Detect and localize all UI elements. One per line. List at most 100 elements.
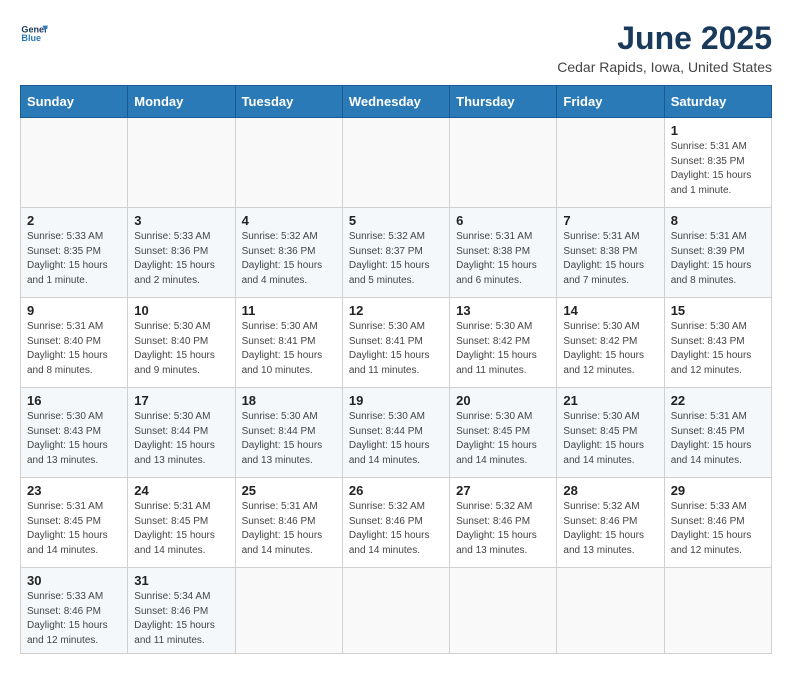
calendar-week-row: 9 Sunrise: 5:31 AM Sunset: 8:40 PM Dayli… xyxy=(21,298,772,388)
header-friday: Friday xyxy=(557,86,664,118)
calendar-cell xyxy=(450,568,557,654)
calendar-cell: 28 Sunrise: 5:32 AM Sunset: 8:46 PM Dayl… xyxy=(557,478,664,568)
day-number: 10 xyxy=(134,303,228,318)
day-info: Sunrise: 5:30 AM Sunset: 8:45 PM Dayligh… xyxy=(456,410,550,468)
calendar-cell: 3 Sunrise: 5:33 AM Sunset: 8:36 PM Dayli… xyxy=(128,208,235,298)
day-number: 29 xyxy=(671,483,765,498)
calendar-cell: 17 Sunrise: 5:30 AM Sunset: 8:44 PM Dayl… xyxy=(128,388,235,478)
logo: General Blue xyxy=(20,20,48,48)
calendar-cell xyxy=(235,118,342,208)
calendar-cell: 1 Sunrise: 5:31 AM Sunset: 8:35 PM Dayli… xyxy=(664,118,771,208)
calendar-cell: 27 Sunrise: 5:32 AM Sunset: 8:46 PM Dayl… xyxy=(450,478,557,568)
day-info: Sunrise: 5:30 AM Sunset: 8:40 PM Dayligh… xyxy=(134,320,228,378)
calendar-cell: 9 Sunrise: 5:31 AM Sunset: 8:40 PM Dayli… xyxy=(21,298,128,388)
day-info: Sunrise: 5:30 AM Sunset: 8:43 PM Dayligh… xyxy=(671,320,765,378)
calendar-cell: 2 Sunrise: 5:33 AM Sunset: 8:35 PM Dayli… xyxy=(21,208,128,298)
day-number: 5 xyxy=(349,213,443,228)
day-number: 20 xyxy=(456,393,550,408)
calendar-cell xyxy=(342,118,449,208)
day-info: Sunrise: 5:33 AM Sunset: 8:35 PM Dayligh… xyxy=(27,230,121,288)
page-subtitle: Cedar Rapids, Iowa, United States xyxy=(557,59,772,75)
day-info: Sunrise: 5:30 AM Sunset: 8:44 PM Dayligh… xyxy=(349,410,443,468)
day-number: 27 xyxy=(456,483,550,498)
day-info: Sunrise: 5:32 AM Sunset: 8:46 PM Dayligh… xyxy=(563,500,657,558)
calendar-week-row: 16 Sunrise: 5:30 AM Sunset: 8:43 PM Dayl… xyxy=(21,388,772,478)
day-number: 3 xyxy=(134,213,228,228)
calendar-cell: 23 Sunrise: 5:31 AM Sunset: 8:45 PM Dayl… xyxy=(21,478,128,568)
day-info: Sunrise: 5:31 AM Sunset: 8:39 PM Dayligh… xyxy=(671,230,765,288)
day-number: 16 xyxy=(27,393,121,408)
calendar-cell: 18 Sunrise: 5:30 AM Sunset: 8:44 PM Dayl… xyxy=(235,388,342,478)
day-info: Sunrise: 5:30 AM Sunset: 8:42 PM Dayligh… xyxy=(456,320,550,378)
day-number: 14 xyxy=(563,303,657,318)
calendar-cell: 31 Sunrise: 5:34 AM Sunset: 8:46 PM Dayl… xyxy=(128,568,235,654)
day-number: 22 xyxy=(671,393,765,408)
day-info: Sunrise: 5:30 AM Sunset: 8:45 PM Dayligh… xyxy=(563,410,657,468)
day-info: Sunrise: 5:33 AM Sunset: 8:46 PM Dayligh… xyxy=(671,500,765,558)
page-title: June 2025 xyxy=(557,20,772,57)
day-info: Sunrise: 5:30 AM Sunset: 8:43 PM Dayligh… xyxy=(27,410,121,468)
header-wednesday: Wednesday xyxy=(342,86,449,118)
day-info: Sunrise: 5:31 AM Sunset: 8:45 PM Dayligh… xyxy=(134,500,228,558)
day-number: 18 xyxy=(242,393,336,408)
calendar-cell: 13 Sunrise: 5:30 AM Sunset: 8:42 PM Dayl… xyxy=(450,298,557,388)
calendar-week-row: 23 Sunrise: 5:31 AM Sunset: 8:45 PM Dayl… xyxy=(21,478,772,568)
svg-text:Blue: Blue xyxy=(21,33,41,43)
day-info: Sunrise: 5:31 AM Sunset: 8:38 PM Dayligh… xyxy=(563,230,657,288)
day-info: Sunrise: 5:31 AM Sunset: 8:45 PM Dayligh… xyxy=(27,500,121,558)
day-info: Sunrise: 5:31 AM Sunset: 8:38 PM Dayligh… xyxy=(456,230,550,288)
calendar-cell xyxy=(21,118,128,208)
day-number: 15 xyxy=(671,303,765,318)
header-monday: Monday xyxy=(128,86,235,118)
calendar-week-row: 1 Sunrise: 5:31 AM Sunset: 8:35 PM Dayli… xyxy=(21,118,772,208)
day-number: 8 xyxy=(671,213,765,228)
calendar-cell: 22 Sunrise: 5:31 AM Sunset: 8:45 PM Dayl… xyxy=(664,388,771,478)
day-number: 12 xyxy=(349,303,443,318)
day-info: Sunrise: 5:32 AM Sunset: 8:37 PM Dayligh… xyxy=(349,230,443,288)
title-area: June 2025 Cedar Rapids, Iowa, United Sta… xyxy=(557,20,772,75)
calendar-cell xyxy=(664,568,771,654)
calendar-cell: 14 Sunrise: 5:30 AM Sunset: 8:42 PM Dayl… xyxy=(557,298,664,388)
page-header: General Blue June 2025 Cedar Rapids, Iow… xyxy=(20,20,772,75)
day-number: 21 xyxy=(563,393,657,408)
day-info: Sunrise: 5:34 AM Sunset: 8:46 PM Dayligh… xyxy=(134,590,228,648)
day-info: Sunrise: 5:32 AM Sunset: 8:46 PM Dayligh… xyxy=(456,500,550,558)
day-info: Sunrise: 5:31 AM Sunset: 8:40 PM Dayligh… xyxy=(27,320,121,378)
calendar-week-row: 30 Sunrise: 5:33 AM Sunset: 8:46 PM Dayl… xyxy=(21,568,772,654)
calendar-cell xyxy=(557,118,664,208)
day-number: 11 xyxy=(242,303,336,318)
calendar-cell: 6 Sunrise: 5:31 AM Sunset: 8:38 PM Dayli… xyxy=(450,208,557,298)
calendar-cell: 16 Sunrise: 5:30 AM Sunset: 8:43 PM Dayl… xyxy=(21,388,128,478)
header-tuesday: Tuesday xyxy=(235,86,342,118)
header-thursday: Thursday xyxy=(450,86,557,118)
day-number: 26 xyxy=(349,483,443,498)
calendar-cell: 19 Sunrise: 5:30 AM Sunset: 8:44 PM Dayl… xyxy=(342,388,449,478)
calendar-cell: 29 Sunrise: 5:33 AM Sunset: 8:46 PM Dayl… xyxy=(664,478,771,568)
calendar-table: SundayMondayTuesdayWednesdayThursdayFrid… xyxy=(20,85,772,654)
day-info: Sunrise: 5:30 AM Sunset: 8:42 PM Dayligh… xyxy=(563,320,657,378)
calendar-cell xyxy=(128,118,235,208)
day-number: 4 xyxy=(242,213,336,228)
calendar-cell: 21 Sunrise: 5:30 AM Sunset: 8:45 PM Dayl… xyxy=(557,388,664,478)
day-number: 13 xyxy=(456,303,550,318)
calendar-cell: 20 Sunrise: 5:30 AM Sunset: 8:45 PM Dayl… xyxy=(450,388,557,478)
calendar-cell: 8 Sunrise: 5:31 AM Sunset: 8:39 PM Dayli… xyxy=(664,208,771,298)
day-number: 6 xyxy=(456,213,550,228)
day-info: Sunrise: 5:32 AM Sunset: 8:46 PM Dayligh… xyxy=(349,500,443,558)
day-info: Sunrise: 5:31 AM Sunset: 8:35 PM Dayligh… xyxy=(671,140,765,198)
calendar-cell: 12 Sunrise: 5:30 AM Sunset: 8:41 PM Dayl… xyxy=(342,298,449,388)
calendar-cell: 11 Sunrise: 5:30 AM Sunset: 8:41 PM Dayl… xyxy=(235,298,342,388)
calendar-cell: 25 Sunrise: 5:31 AM Sunset: 8:46 PM Dayl… xyxy=(235,478,342,568)
day-number: 9 xyxy=(27,303,121,318)
calendar-cell xyxy=(557,568,664,654)
header-saturday: Saturday xyxy=(664,86,771,118)
day-info: Sunrise: 5:30 AM Sunset: 8:41 PM Dayligh… xyxy=(349,320,443,378)
calendar-week-row: 2 Sunrise: 5:33 AM Sunset: 8:35 PM Dayli… xyxy=(21,208,772,298)
day-info: Sunrise: 5:30 AM Sunset: 8:41 PM Dayligh… xyxy=(242,320,336,378)
day-number: 30 xyxy=(27,573,121,588)
day-info: Sunrise: 5:32 AM Sunset: 8:36 PM Dayligh… xyxy=(242,230,336,288)
day-number: 23 xyxy=(27,483,121,498)
day-number: 31 xyxy=(134,573,228,588)
day-number: 19 xyxy=(349,393,443,408)
calendar-cell xyxy=(450,118,557,208)
